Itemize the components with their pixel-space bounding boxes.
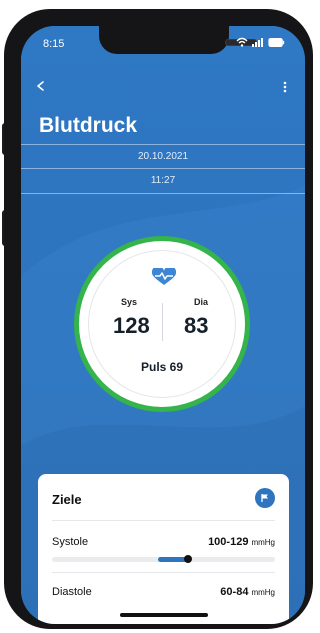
goals-flag-button[interactable] <box>255 488 275 508</box>
systole-range-bar <box>52 555 275 563</box>
pulse-value: Puls 69 <box>140 360 184 374</box>
divider <box>52 520 275 521</box>
dia-label: Dia <box>194 297 209 307</box>
flag-icon <box>261 494 268 502</box>
sys-label: Sys <box>121 297 138 307</box>
sys-value: 128 <box>113 313 150 338</box>
reading-date[interactable]: 20.10.2021 <box>21 144 305 169</box>
systole-marker <box>184 555 192 563</box>
status-icons <box>236 37 285 47</box>
notch <box>99 26 276 54</box>
systole-label: Systole <box>52 536 89 548</box>
wifi-icon <box>236 37 248 47</box>
diastole-range-value: 60-84 <box>220 586 249 598</box>
signal-icon <box>252 38 263 47</box>
page-title: Blutdruck <box>39 114 138 137</box>
systole-range: 100-129 mmHg <box>208 536 275 548</box>
systole-range-value: 100-129 <box>208 536 249 548</box>
goals-card: Ziele Systole 100-129 mmHg Diastole 60-84… <box>38 474 289 624</box>
home-indicator[interactable] <box>120 613 208 617</box>
reading-time[interactable]: 11:27 <box>21 168 305 194</box>
diastole-label: Diastole <box>52 586 92 598</box>
systole-unit: mmHg <box>251 538 275 547</box>
value-divider <box>162 303 163 341</box>
back-arrow-icon[interactable] <box>35 80 47 92</box>
diastole-unit: mmHg <box>251 588 275 597</box>
phone-frame: 8:15 Blutdruck 20.10.2021 11:27 Sys Dia … <box>4 9 313 629</box>
heart-icon <box>152 268 176 285</box>
status-time: 8:15 <box>43 38 65 50</box>
divider <box>52 572 275 573</box>
diastole-range: 60-84 mmHg <box>220 586 275 598</box>
dia-value: 83 <box>184 313 209 338</box>
reading-ring: Sys Dia 128 83 Puls 69 <box>74 236 250 412</box>
goals-title: Ziele <box>52 492 82 507</box>
screen: 8:15 Blutdruck 20.10.2021 11:27 Sys Dia … <box>21 26 305 624</box>
battery-icon <box>268 37 285 47</box>
more-vert-icon[interactable] <box>283 81 287 93</box>
